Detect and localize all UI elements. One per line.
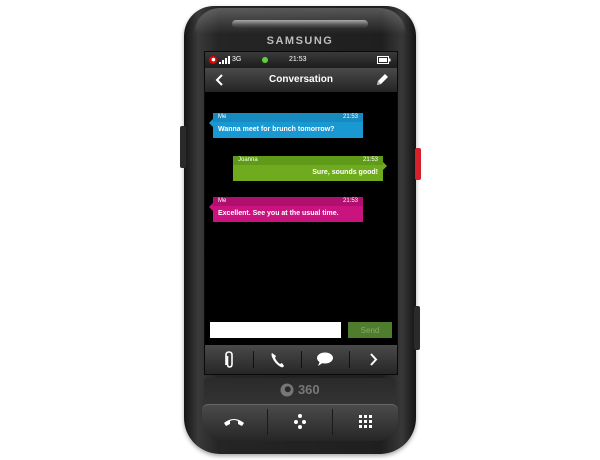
message-bubble-1[interactable]: Me 21:53 Wanna meet for brunch tomorrow? [209,113,363,138]
message-time: 21:53 [342,198,358,204]
menu-dots-icon[interactable] [268,405,332,441]
title-bar: Conversation [205,68,397,93]
status-bar: 3G 21:53 [205,52,397,68]
screen: 3G 21:53 Conversation Me 21:53 Wanna mee… [204,51,398,375]
bubble-tail [209,119,213,127]
camera-key[interactable] [415,148,421,180]
vodafone-logo-icon [280,383,294,397]
earpiece-grille [232,20,368,28]
message-bubble-2[interactable]: Joanna 21:53 Sure, sounds good! [233,156,387,181]
pencil-icon[interactable] [370,68,394,92]
operator-logo-icon [209,56,217,64]
bubble-tail [383,162,387,170]
page-title: Conversation [269,74,333,85]
message-header: Me 21:53 [213,113,363,122]
speech-bubble-icon[interactable] [301,345,349,374]
network-label: 3G [232,56,242,63]
online-dot-icon [262,57,268,63]
compose-bar: Send [205,317,397,343]
chevron-left-icon[interactable] [208,68,232,92]
message-header: Me 21:53 [213,197,363,206]
message-text: Wanna meet for brunch tomorrow? [213,122,363,138]
hardware-keys [202,404,398,441]
send-button[interactable]: Send [348,322,392,338]
phone-device: SAMSUNG 3G 21:53 Conversation Me 21:53 W… [180,6,421,454]
status-time: 21:53 [289,56,307,63]
device-chin: 360 [204,378,396,404]
paperclip-icon[interactable] [205,345,253,374]
battery-icon [377,56,391,64]
message-sender: Joanna [238,157,258,163]
message-sender: Me [218,198,227,204]
signal-bars-icon [219,56,230,64]
left-side-key[interactable] [180,126,186,168]
brand-logo: SAMSUNG [266,35,334,47]
chevron-right-icon[interactable] [349,345,397,374]
bottom-toolbar [205,345,397,374]
message-bubble-3[interactable]: Me 21:53 Excellent. See you at the usual… [209,197,363,222]
message-time: 21:53 [362,157,378,163]
message-text: Sure, sounds good! [233,165,383,181]
message-time: 21:53 [342,114,358,120]
grid-icon[interactable] [333,405,398,441]
message-header: Joanna 21:53 [233,156,383,165]
bubble-tail [209,203,213,211]
phone-icon[interactable] [253,345,301,374]
right-side-key[interactable] [414,306,420,350]
message-sender: Me [218,114,227,120]
logo-360-text: 360 [297,382,320,397]
call-icon[interactable] [202,405,267,441]
vodafone-360-logo: 360 [204,382,396,397]
message-input[interactable] [210,322,341,338]
message-text: Excellent. See you at the usual time. [213,206,363,222]
